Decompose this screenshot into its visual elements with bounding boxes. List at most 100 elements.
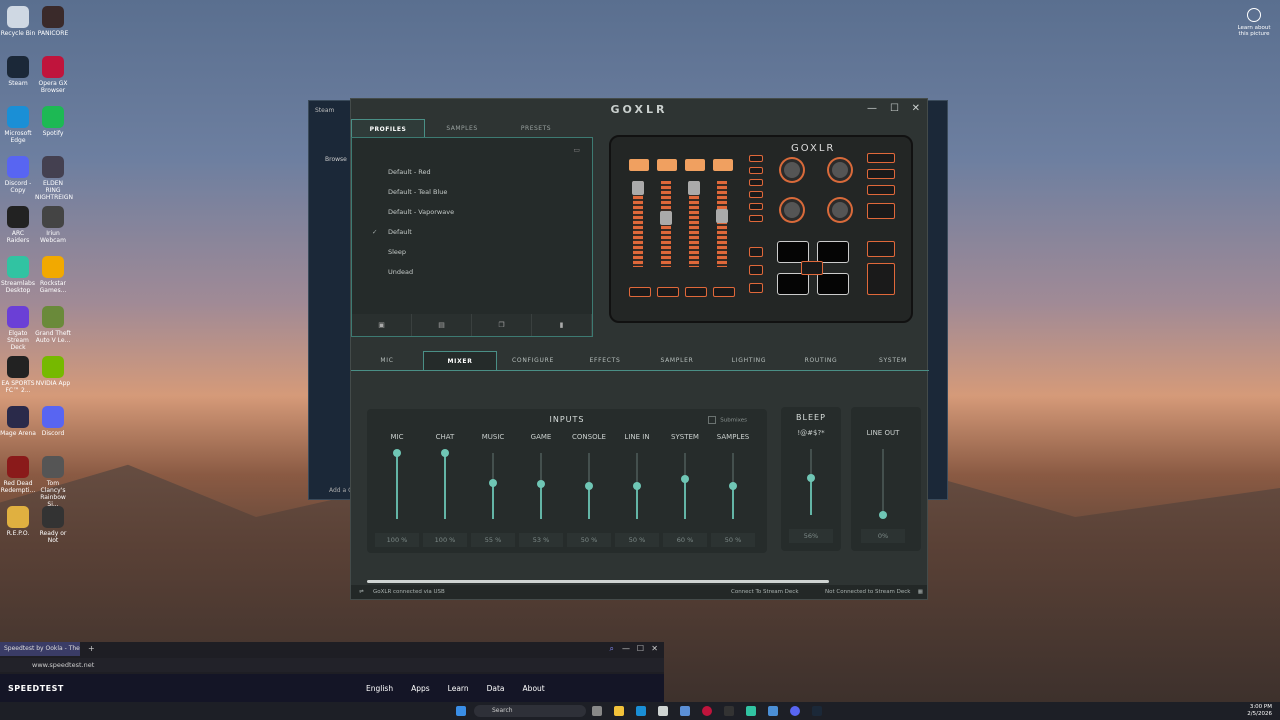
desktop-icon[interactable]: Microsoft Edge <box>0 106 36 144</box>
device-effect-btn-6[interactable] <box>749 215 763 222</box>
desktop-icon[interactable]: Tom Clancy's Rainbow Si... <box>35 456 71 508</box>
desktop-icon[interactable]: Discord <box>35 406 71 437</box>
desktop-icon[interactable]: Grand Theft Auto V Le... <box>35 306 71 344</box>
desktop-icon[interactable]: NVIDIA App <box>35 356 71 387</box>
discord-icon[interactable] <box>790 706 800 716</box>
slider-thumb[interactable] <box>633 482 641 490</box>
desktop-icon[interactable]: R.E.P.O. <box>0 506 36 537</box>
submixes-toggle[interactable]: Submixes <box>708 416 747 424</box>
slider-thumb[interactable] <box>585 482 593 490</box>
device-knob-3[interactable] <box>781 199 803 221</box>
opera-gx-icon[interactable] <box>702 706 712 716</box>
slider-thumb[interactable] <box>489 478 497 487</box>
device-sampler-bank-3[interactable] <box>749 283 763 293</box>
connect-stream-deck-link[interactable]: Connect To Stream Deck <box>731 585 799 599</box>
device-mute-1[interactable] <box>629 287 651 297</box>
device-preset-btn-2[interactable] <box>867 169 895 179</box>
desktop-icon[interactable]: Discord - Copy <box>0 156 36 194</box>
speedtest-logo[interactable]: SPEEDTEST <box>8 684 64 693</box>
desktop-icon[interactable]: ELDEN RING NIGHTREIGN <box>35 156 73 201</box>
maximize-icon[interactable]: ☐ <box>890 103 899 114</box>
device-fader-cap-3[interactable] <box>688 181 700 195</box>
folder-icon[interactable]: ▭ <box>573 146 580 154</box>
steam-icon[interactable] <box>812 706 822 716</box>
profile-item[interactable]: Sleep <box>352 242 592 262</box>
device-effect-btn-3[interactable] <box>749 179 763 186</box>
device-knob-1[interactable] <box>781 159 803 181</box>
profile-item[interactable]: Default - Teal Blue <box>352 182 592 202</box>
desktop-icon[interactable]: Opera GX Browser <box>35 56 71 94</box>
device-fader-4[interactable] <box>717 181 727 267</box>
tab-sampler[interactable]: SAMPLER <box>641 351 713 370</box>
device-sampler-bank-2[interactable] <box>749 265 763 275</box>
device-scribble-1[interactable] <box>629 159 649 171</box>
tab-configure[interactable]: CONFIGURE <box>497 351 569 370</box>
device-cough-btn[interactable] <box>867 241 895 257</box>
browser-tab[interactable]: Speedtest by Ookla - The <box>0 642 80 656</box>
tab-routing[interactable]: ROUTING <box>785 351 857 370</box>
slider-thumb[interactable] <box>681 475 689 484</box>
minimize-icon[interactable]: — <box>622 644 630 653</box>
bleep-slider-thumb[interactable] <box>807 474 815 483</box>
device-mute-4[interactable] <box>713 287 735 297</box>
horizontal-scrollbar[interactable] <box>367 580 829 583</box>
nav-data[interactable]: Data <box>487 684 505 693</box>
device-mute-2[interactable] <box>657 287 679 297</box>
goxlr-app-icon[interactable] <box>724 706 734 716</box>
photos-icon[interactable] <box>768 706 778 716</box>
device-effect-btn-4[interactable] <box>749 191 763 198</box>
tab-presets[interactable]: PRESETS <box>499 119 573 137</box>
device-fader-cap-2[interactable] <box>660 211 672 225</box>
nav-learn[interactable]: Learn <box>448 684 469 693</box>
tab-profiles[interactable]: PROFILES <box>351 119 425 137</box>
save-icon[interactable]: ▣ <box>352 314 412 336</box>
device-effect-btn-5[interactable] <box>749 203 763 210</box>
desktop-icon[interactable]: Steam <box>0 56 36 87</box>
store-icon[interactable] <box>658 706 668 716</box>
edge-icon[interactable] <box>636 706 646 716</box>
tab-effects[interactable]: EFFECTS <box>569 351 641 370</box>
desktop-icon[interactable]: ARC Raiders <box>0 206 36 244</box>
desktop-icon[interactable]: Recycle Bin <box>0 6 36 37</box>
device-fader-cap-4[interactable] <box>716 209 728 223</box>
device-pad-1[interactable] <box>777 241 809 263</box>
desktop-icon[interactable]: Ready or Not <box>35 506 71 544</box>
desktop-icon[interactable]: Spotify <box>35 106 71 137</box>
desktop-icon[interactable]: Rockstar Games... <box>35 256 71 294</box>
tab-system[interactable]: SYSTEM <box>857 351 929 370</box>
new-tab-icon[interactable]: + <box>88 644 95 653</box>
line-out-slider-thumb[interactable] <box>879 511 887 519</box>
desktop-icon[interactable]: Elgato Stream Deck <box>0 306 36 351</box>
device-effect-btn-1[interactable] <box>749 155 763 162</box>
profile-item[interactable]: ✓ Default <box>352 222 592 242</box>
device-center-btn[interactable] <box>801 261 823 275</box>
desktop-icon[interactable]: Red Dead Redempti... <box>0 456 36 494</box>
slider-thumb[interactable] <box>441 449 449 457</box>
taskbar-search[interactable]: Search <box>474 705 586 717</box>
new-file-icon[interactable]: ▤ <box>412 314 472 336</box>
close-icon[interactable]: ✕ <box>912 103 920 114</box>
desktop-icon[interactable]: Streamlabs Desktop <box>0 256 36 294</box>
device-preset-btn-3[interactable] <box>867 185 895 195</box>
steam-browse[interactable]: Browse <box>325 156 347 163</box>
desktop-icon[interactable]: Mage Arena <box>0 406 36 437</box>
tab-samples[interactable]: SAMPLES <box>425 119 499 137</box>
tab-lighting[interactable]: LIGHTING <box>713 351 785 370</box>
maximize-icon[interactable]: ☐ <box>637 644 644 653</box>
slider-thumb[interactable] <box>537 480 545 489</box>
device-fader-cap-1[interactable] <box>632 181 644 195</box>
desktop-icon[interactable]: PANICORE <box>35 6 71 37</box>
device-mic-btn[interactable] <box>867 263 895 295</box>
device-preset-btn-1[interactable] <box>867 153 895 163</box>
checkbox-icon[interactable] <box>708 416 717 424</box>
device-scribble-3[interactable] <box>685 159 705 171</box>
nav-english[interactable]: English <box>366 684 393 693</box>
close-icon[interactable]: ✕ <box>651 644 658 653</box>
mail-icon[interactable] <box>680 706 690 716</box>
device-scribble-4[interactable] <box>713 159 733 171</box>
profile-item[interactable]: Default - Red <box>352 162 592 182</box>
address-bar[interactable]: www.speedtest.net <box>0 658 664 672</box>
tab-mic[interactable]: MIC <box>351 351 423 370</box>
profile-item[interactable]: Default - Vaporwave <box>352 202 592 222</box>
system-clock[interactable]: 3:00 PM 2/5/2026 <box>1247 704 1272 718</box>
